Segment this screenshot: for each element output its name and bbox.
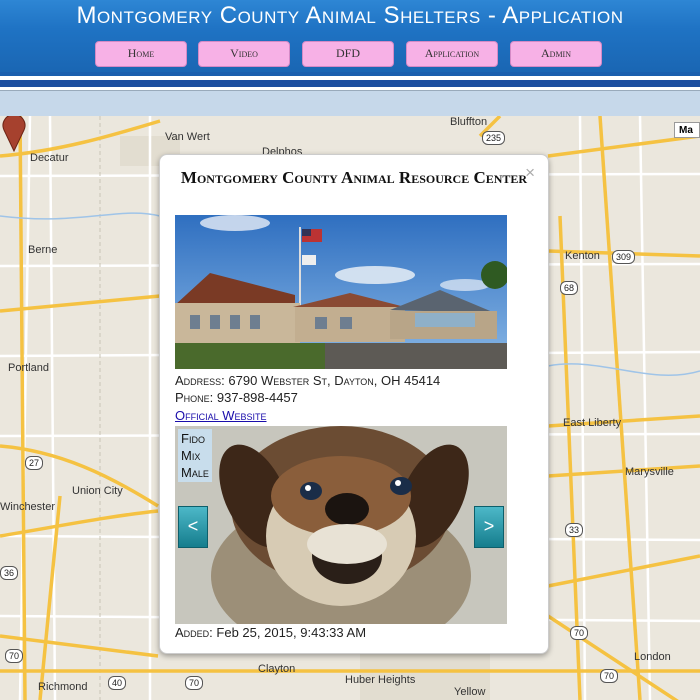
nav-dfd-button[interactable]: DFD (302, 41, 394, 67)
header-divider (0, 72, 700, 117)
address-value: 6790 Webster St, Dayton, OH 45414 (228, 373, 441, 388)
map-toolbar (0, 90, 700, 117)
site-header: Montgomery County Animal Shelters - Appl… (0, 0, 700, 72)
route-shield: 70 (570, 626, 589, 640)
added-value: Feb 25, 2015, 9:43:33 AM (216, 625, 367, 640)
map-marker-icon[interactable] (0, 116, 28, 152)
route-shield: 70 (5, 649, 24, 663)
pet-sex: Male (181, 465, 209, 480)
city-label: Berne (28, 244, 58, 256)
route-shield: 68 (560, 281, 579, 295)
route-shield: 36 (0, 566, 19, 580)
puppy-image (175, 426, 507, 624)
address-row: Address: 6790 Webster St, Dayton, OH 454… (175, 373, 440, 388)
pet-breed: Mix (181, 448, 201, 463)
city-label: Clayton (258, 663, 296, 675)
next-pet-button[interactable]: > (474, 506, 504, 548)
previous-pet-button[interactable]: < (178, 506, 208, 548)
city-label: Kenton (565, 250, 600, 262)
divider-line (0, 80, 700, 87)
route-shield: 27 (25, 456, 44, 470)
site-title: Montgomery County Animal Shelters - Appl… (76, 2, 624, 29)
city-label: East Liberty (563, 417, 622, 429)
route-shield: 70 (185, 676, 204, 690)
nav-home-button[interactable]: Home (95, 41, 187, 67)
pet-carousel: Fido Mix Male < > (175, 426, 507, 624)
pet-name: Fido (181, 431, 205, 446)
city-label: Winchester (0, 501, 56, 513)
city-label: Richmond (38, 681, 88, 693)
divider-line (0, 72, 700, 76)
nav-application-button[interactable]: Application (406, 41, 498, 67)
phone-value: 937-898-4457 (216, 390, 298, 405)
map-type-button[interactable]: Ma (674, 122, 700, 138)
route-shield: 40 (108, 676, 127, 690)
city-label: London (634, 651, 671, 663)
nav-admin-button[interactable]: Admin (510, 41, 602, 67)
city-label: Huber Heights (345, 674, 416, 686)
added-row: Added: Feb 25, 2015, 9:43:33 AM (175, 625, 366, 640)
pet-info-tag: Fido Mix Male (178, 429, 212, 482)
shelter-photo (175, 215, 507, 369)
route-shield: 235 (482, 131, 506, 145)
added-label: Added: (175, 625, 213, 640)
route-shield: 70 (600, 669, 619, 683)
city-label: Yellow (454, 686, 486, 698)
city-label: Union City (72, 485, 123, 497)
official-website-link[interactable]: Official Website (175, 408, 267, 423)
phone-label: Phone: (175, 390, 214, 405)
city-label: Bluffton (450, 116, 488, 128)
route-shield: 309 (612, 250, 636, 264)
city-label: Decatur (30, 152, 69, 164)
city-label: Marysville (625, 466, 674, 478)
info-window: × Montgomery County Animal Resource Cent… (159, 154, 549, 654)
address-label: Address: (175, 373, 225, 388)
route-shield: 33 (565, 523, 584, 537)
building-image (175, 215, 507, 369)
phone-row: Phone: 937-898-4457 (175, 390, 298, 405)
nav-video-button[interactable]: Video (198, 41, 290, 67)
main-nav: Home Video DFD Application Admin (0, 41, 700, 67)
city-label: Van Wert (165, 131, 210, 143)
city-label: Portland (8, 362, 49, 374)
shelter-name: Montgomery County Animal Resource Center (180, 168, 528, 187)
